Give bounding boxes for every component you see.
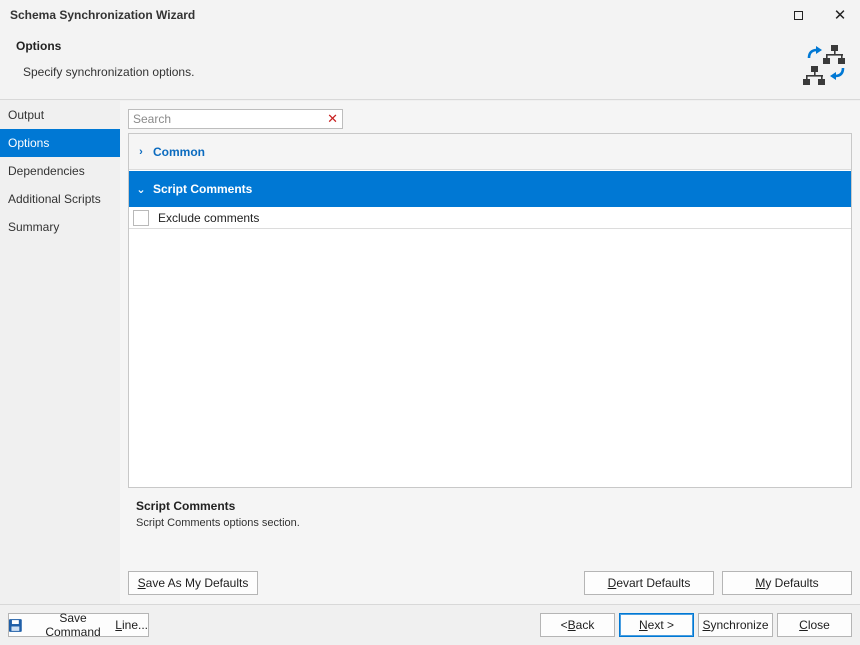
title-bar: Schema Synchronization Wizard ✕: [0, 0, 860, 30]
sidebar-item-options[interactable]: Options: [0, 129, 120, 157]
clear-search-icon[interactable]: ✕: [327, 111, 338, 127]
close-button[interactable]: Close: [777, 613, 852, 637]
group-common-label: Common: [153, 144, 205, 159]
group-script-comments-label: Script Comments: [153, 182, 253, 196]
save-as-my-defaults-button[interactable]: Save As My Defaults: [128, 571, 258, 595]
search-box: ✕: [128, 109, 343, 129]
exclude-comments-label: Exclude comments: [158, 211, 260, 225]
next-button[interactable]: Next >: [619, 613, 694, 637]
chevron-right-icon: ›: [139, 145, 143, 158]
close-icon: ✕: [833, 7, 847, 24]
close-window-button[interactable]: ✕: [819, 0, 860, 30]
back-button[interactable]: < Back: [540, 613, 615, 637]
sidebar-item-summary[interactable]: Summary: [0, 213, 120, 241]
save-icon: [9, 618, 22, 632]
wizard-header: Options Specify synchronization options.: [0, 30, 860, 100]
options-grid: › Common ⌄ Script Comments Exclude comme…: [128, 133, 852, 488]
chevron-down-icon: ⌄: [136, 183, 146, 196]
my-defaults-button[interactable]: My Defaults: [722, 571, 852, 595]
window-title: Schema Synchronization Wizard: [10, 8, 196, 22]
maximize-icon: [793, 10, 803, 20]
option-row: Exclude comments: [129, 208, 851, 229]
page-title: Options: [16, 39, 62, 53]
synchronize-button[interactable]: Synchronize: [698, 613, 773, 637]
group-common[interactable]: › Common: [129, 134, 851, 170]
group-script-comments[interactable]: ⌄ Script Comments: [129, 171, 851, 207]
wizard-sidebar: Output Options Dependencies Additional S…: [0, 101, 120, 604]
devart-defaults-button[interactable]: Devart Defaults: [584, 571, 714, 595]
exclude-comments-checkbox[interactable]: [133, 210, 149, 226]
maximize-button[interactable]: [777, 0, 819, 30]
schema-sync-icon: [803, 45, 845, 85]
sidebar-item-output[interactable]: Output: [0, 101, 120, 129]
search-input[interactable]: [129, 110, 319, 128]
page-description: Specify synchronization options.: [23, 65, 195, 79]
description-text: Script Comments options section.: [136, 517, 300, 529]
description-title: Script Comments: [136, 499, 236, 513]
save-command-line-button[interactable]: Save Command Line...: [8, 611, 149, 639]
sidebar-item-additional-scripts[interactable]: Additional Scripts: [0, 185, 120, 213]
sidebar-item-dependencies[interactable]: Dependencies: [0, 157, 120, 185]
